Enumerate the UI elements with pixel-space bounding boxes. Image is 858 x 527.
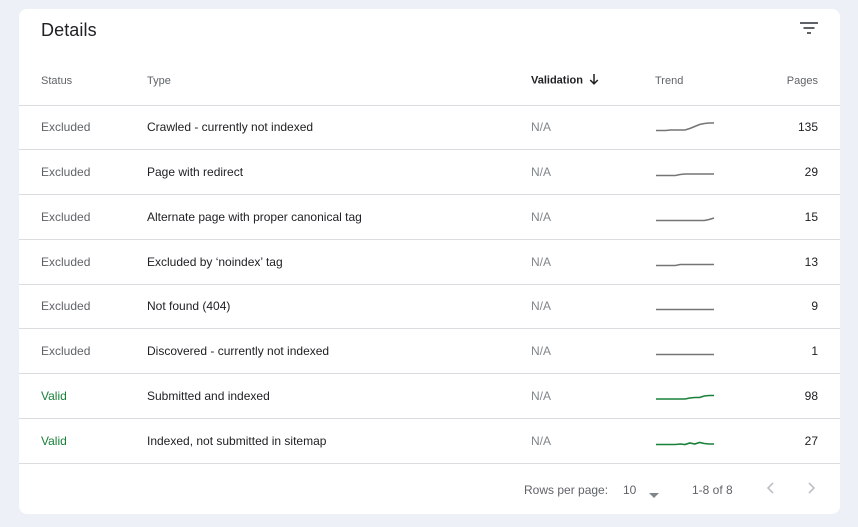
details-table: Status Type Validation Trend Pages Exclu… xyxy=(19,57,840,464)
rows-per-page-value: 10 xyxy=(623,483,637,497)
trend-sparkline xyxy=(656,353,714,356)
row-type: Submitted and indexed xyxy=(147,388,270,403)
header-validation[interactable]: Validation xyxy=(531,57,655,106)
row-trend xyxy=(655,105,775,150)
trend-line xyxy=(656,217,715,222)
header-trend: Trend xyxy=(655,57,775,106)
row-trend xyxy=(655,239,775,284)
row-validation: N/A xyxy=(531,120,552,135)
row-status: Excluded xyxy=(41,165,91,180)
row-trend xyxy=(655,284,775,329)
filter-icon[interactable] xyxy=(798,19,820,37)
row-validation: N/A xyxy=(531,209,552,224)
row-pages: 27 xyxy=(804,433,818,448)
row-type: Excluded by ‘noindex’ tag xyxy=(147,254,283,269)
pagination-range: 1-8 of 8 xyxy=(692,483,733,497)
caret-down-icon xyxy=(649,488,659,502)
rows-per-page-select[interactable]: 10 xyxy=(621,480,663,500)
header-type[interactable]: Type xyxy=(147,57,531,106)
trend-sparkline xyxy=(656,394,714,400)
row-pages: 15 xyxy=(804,209,818,224)
arrow-down-icon xyxy=(589,73,599,88)
row-type: Crawled - currently not indexed xyxy=(147,120,314,135)
row-type: Page with redirect xyxy=(147,165,244,180)
row-type: Discovered - currently not indexed xyxy=(147,344,330,359)
trend-line xyxy=(656,441,714,445)
row-pages: 29 xyxy=(804,165,818,180)
row-status: Excluded xyxy=(41,299,91,314)
pagination-footer: Rows per page: 10 1-8 of 8 xyxy=(19,467,840,513)
trend-sparkline xyxy=(656,173,714,177)
row-validation: N/A xyxy=(531,299,552,314)
row-trend xyxy=(655,374,775,419)
row-pages: 135 xyxy=(797,120,818,135)
row-type: Indexed, not submitted in sitemap xyxy=(147,433,327,448)
header-pages[interactable]: Pages xyxy=(775,57,840,106)
row-validation: N/A xyxy=(531,344,552,359)
row-validation: N/A xyxy=(531,388,552,403)
row-status: Excluded xyxy=(41,254,91,269)
row-status: Excluded xyxy=(41,120,91,135)
trend-line xyxy=(656,263,714,266)
row-pages: 9 xyxy=(811,299,818,314)
row-status: Valid xyxy=(41,433,67,448)
row-pages: 1 xyxy=(811,344,818,359)
row-validation: N/A xyxy=(531,433,552,448)
trend-sparkline xyxy=(656,122,714,132)
table-row[interactable]: Excluded Page with redirect N/A 29 xyxy=(19,150,840,195)
row-pages: 13 xyxy=(804,254,818,269)
trend-sparkline xyxy=(656,217,715,222)
header-status[interactable]: Status xyxy=(19,57,147,106)
row-validation: N/A xyxy=(531,165,552,180)
row-status: Excluded xyxy=(41,344,91,359)
table-row[interactable]: Excluded Not found (404) N/A 9 xyxy=(19,284,840,329)
row-trend xyxy=(655,150,775,195)
trend-sparkline xyxy=(656,309,714,311)
table-row[interactable]: Valid Indexed, not submitted in sitemap N/… xyxy=(19,418,840,463)
row-type: Alternate page with proper canonical tag xyxy=(147,209,362,224)
trend-line xyxy=(656,394,714,400)
row-type: Not found (404) xyxy=(147,299,231,314)
details-card: Details Status Type Validation Trend Pag… xyxy=(19,9,840,514)
table-row[interactable]: Excluded Discovered - currently not index… xyxy=(19,329,840,374)
chevron-left-icon[interactable] xyxy=(762,479,780,497)
trend-sparkline xyxy=(656,263,714,266)
row-status: Valid xyxy=(41,388,67,403)
row-validation: N/A xyxy=(531,254,552,269)
row-trend xyxy=(655,418,775,463)
table-row[interactable]: Valid Submitted and indexed N/A 98 xyxy=(19,374,840,419)
row-trend xyxy=(655,329,775,374)
table-row[interactable]: Excluded Crawled - currently not indexed N… xyxy=(19,105,840,150)
card-title: Details xyxy=(41,20,97,40)
trend-line xyxy=(656,122,714,132)
trend-sparkline xyxy=(656,441,714,445)
table-row[interactable]: Excluded Excluded by ‘noindex’ tag N/A 13 xyxy=(19,239,840,284)
rows-per-page-label: Rows per page: xyxy=(524,483,609,497)
chevron-right-icon[interactable] xyxy=(802,479,820,497)
row-pages: 98 xyxy=(804,388,818,403)
table-header-row: Status Type Validation Trend Pages xyxy=(19,57,840,106)
row-status: Excluded xyxy=(41,209,91,224)
card-header: Details xyxy=(19,9,840,53)
header-validation-label: Validation xyxy=(531,74,583,87)
table-row[interactable]: Excluded Alternate page with proper canon… xyxy=(19,195,840,240)
table-body: Excluded Crawled - currently not indexed N… xyxy=(19,105,840,463)
trend-line xyxy=(656,173,714,177)
row-trend xyxy=(655,195,775,240)
